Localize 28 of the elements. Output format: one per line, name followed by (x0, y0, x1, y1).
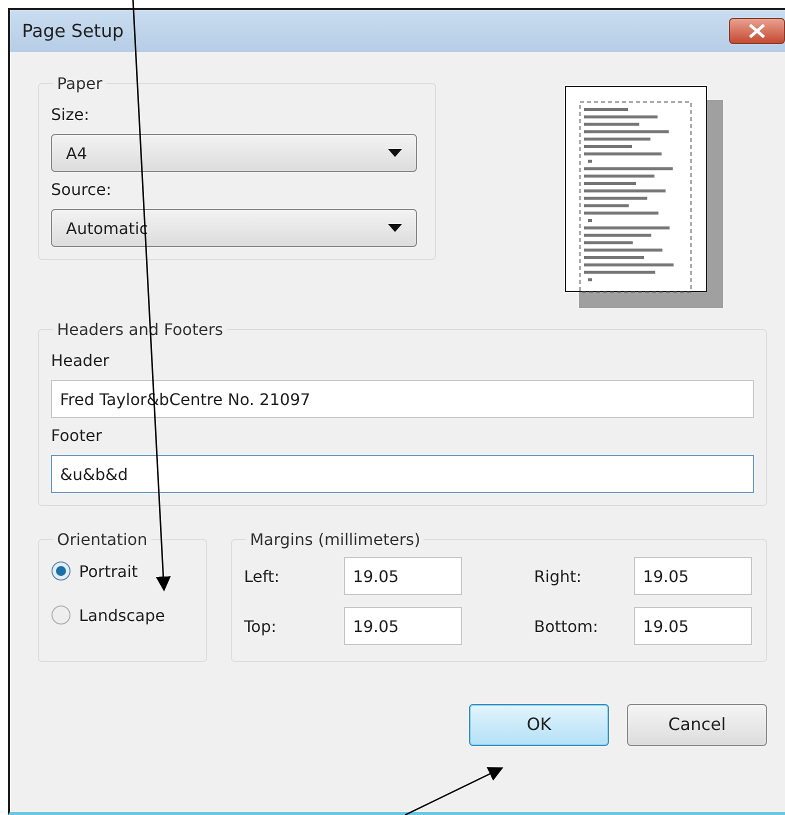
dropdown-caret-icon (388, 224, 402, 232)
field-label: Footer (51, 426, 103, 445)
field-label: Top: (244, 616, 278, 636)
radio-button[interactable] (51, 605, 71, 625)
dialog-button[interactable]: OK (469, 704, 609, 746)
radio-button[interactable] (51, 561, 71, 581)
close-icon (748, 24, 766, 38)
field-label: Header (51, 351, 110, 370)
close-button[interactable] (729, 18, 785, 44)
field-label: Source: (51, 180, 112, 199)
margin-field[interactable]: 19.05 (344, 557, 462, 595)
field-label: Right: (534, 566, 583, 586)
radio-label: Portrait (79, 562, 138, 580)
field-label: Left: (244, 566, 280, 586)
text-field[interactable]: &u&b&d (51, 455, 754, 493)
size-dropdown[interactable]: A4 (51, 134, 417, 172)
field-label: Bottom: (534, 616, 600, 636)
dropdown-caret-icon (388, 149, 402, 157)
window-title: Page Setup (22, 20, 124, 42)
margin-field[interactable]: 19.05 (344, 607, 462, 645)
margin-field[interactable]: 19.05 (634, 607, 752, 645)
radio-label: Landscape (79, 606, 165, 624)
group-title: Margins (millimeters) (249, 530, 422, 549)
group-title: Orientation (56, 530, 148, 549)
dialog-button[interactable]: Cancel (627, 704, 767, 746)
group-title: Paper (56, 74, 104, 93)
field-label: Size: (51, 105, 90, 124)
margin-field[interactable]: 19.05 (634, 557, 752, 595)
